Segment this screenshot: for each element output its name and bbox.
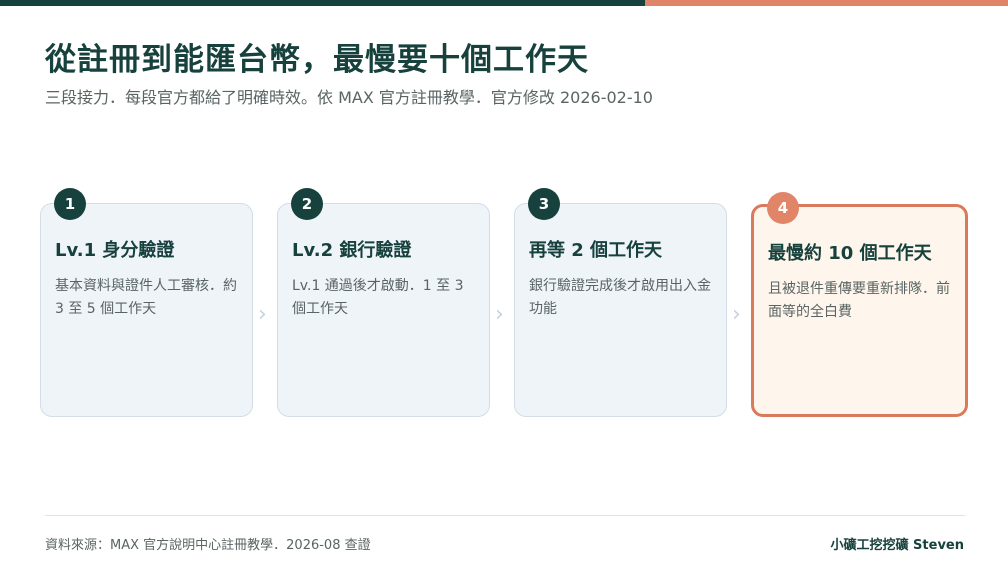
- step-title: 再等 2 個工作天: [529, 240, 663, 261]
- step-number-badge-4: 4: [767, 192, 799, 224]
- top-accent-bar: [0, 0, 1008, 6]
- step-card-3: 再等 2 個工作天 銀行驗證完成後才啟用出入金功能: [514, 203, 727, 417]
- step-description: 銀行驗證完成後才啟用出入金功能: [529, 278, 711, 317]
- page-title: 從註冊到能匯台幣，最慢要十個工作天: [45, 42, 589, 78]
- chevron-right-icon: ›: [495, 302, 504, 327]
- chevron-right-icon: ›: [258, 302, 267, 327]
- page-subtitle: 三段接力．每段官方都給了明確時效。依 MAX 官方註冊教學．官方修改 2026-…: [45, 88, 653, 107]
- step-description: 基本資料與證件人工審核．約 3 至 5 個工作天: [55, 278, 237, 317]
- step-card-2: Lv.2 銀行驗證 Lv.1 通過後才啟動．1 至 3 個工作天: [277, 203, 490, 417]
- brand-name: 小礦工挖挖礦 Steven: [830, 538, 964, 553]
- step-title: 最慢約 10 個工作天: [768, 243, 932, 264]
- step-card-1: Lv.1 身分驗證 基本資料與證件人工審核．約 3 至 5 個工作天: [40, 203, 253, 417]
- step-description: Lv.1 通過後才啟動．1 至 3 個工作天: [292, 278, 464, 317]
- footer-divider: [45, 515, 965, 516]
- step-number-badge-3: 3: [528, 188, 560, 220]
- step-title: Lv.2 銀行驗證: [292, 240, 412, 261]
- chevron-right-icon: ›: [732, 302, 741, 327]
- step-title: Lv.1 身分驗證: [55, 240, 175, 261]
- source-note: 資料來源：MAX 官方說明中心註冊教學．2026-08 查證: [45, 538, 371, 553]
- top-bar-accent: [645, 0, 1008, 6]
- step-number-badge-2: 2: [291, 188, 323, 220]
- step-card-4-highlight: 最慢約 10 個工作天 且被退件重傳要重新排隊．前面等的全白費: [751, 204, 968, 417]
- top-bar-dark: [0, 0, 645, 6]
- step-description: 且被退件重傳要重新排隊．前面等的全白費: [768, 281, 950, 320]
- step-number-badge-1: 1: [54, 188, 86, 220]
